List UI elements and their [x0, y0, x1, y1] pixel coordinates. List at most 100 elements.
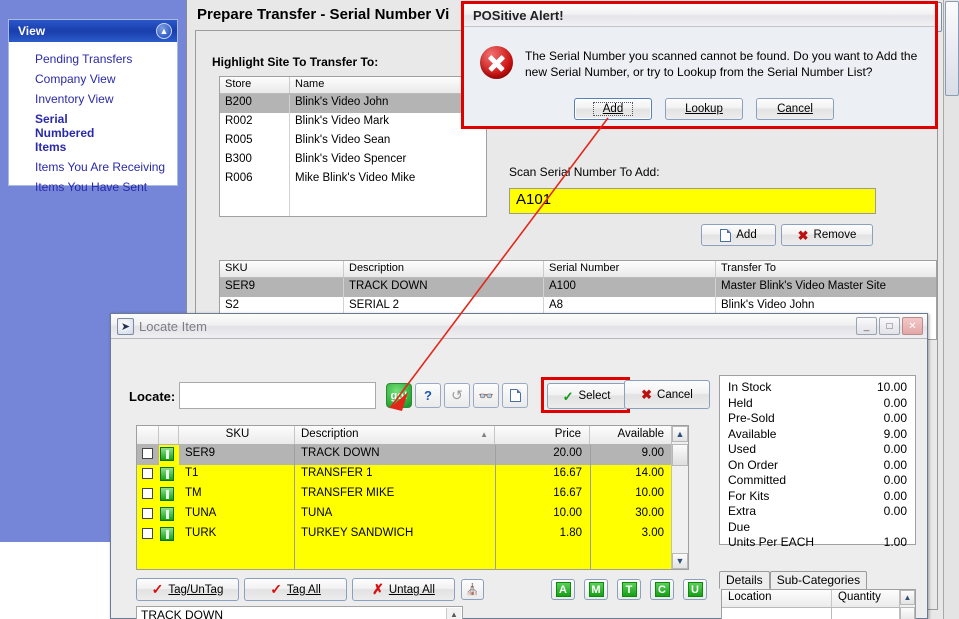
- cell-description: TRANSFER 1: [301, 467, 373, 479]
- sidebar-item-pending-transfers[interactable]: Pending Transfers: [9, 49, 177, 69]
- alert-cancel-button[interactable]: Cancel: [756, 98, 834, 120]
- red-check-a-icon: ✓: [270, 581, 282, 597]
- cell-available: 30.00: [635, 507, 664, 519]
- tab-details[interactable]: Details: [719, 571, 770, 589]
- scrollbar-thumb[interactable]: [945, 1, 959, 96]
- item-table-header: SKU Description ▲ Price Available: [137, 426, 688, 445]
- locate-titlebar[interactable]: ➤ Locate Item _ □ ✕: [111, 314, 927, 339]
- sku-col-serial[interactable]: Serial Number: [544, 261, 716, 277]
- item-col-description[interactable]: Description ▲: [295, 426, 495, 444]
- item-col-available[interactable]: Available: [590, 426, 672, 444]
- scrollbar-thumb[interactable]: [672, 444, 688, 466]
- item-col-sku[interactable]: SKU: [179, 426, 295, 444]
- stock-value: 9.00: [883, 426, 907, 441]
- refresh-icon[interactable]: ↺: [444, 383, 470, 408]
- table-row[interactable]: TUNA TUNA 10.00 30.00: [137, 505, 688, 525]
- location-col-quantity[interactable]: Quantity: [832, 590, 900, 607]
- add-serial-label: Add: [736, 229, 757, 241]
- add-serial-button[interactable]: Add: [701, 224, 776, 246]
- letter-button-c[interactable]: C: [650, 579, 674, 600]
- scan-serial-input[interactable]: A101: [509, 188, 876, 214]
- table-row[interactable]: B300 Blink's Video Spencer: [220, 151, 486, 170]
- table-row[interactable]: SER9 TRACK DOWN A100 Master Blink's Vide…: [220, 278, 936, 297]
- letter-button-t[interactable]: T: [617, 579, 641, 600]
- table-row[interactable]: TM TRANSFER MIKE 16.67 10.00: [137, 485, 688, 505]
- item-table-scrollbar[interactable]: ▲ ▼: [671, 426, 688, 569]
- table-row[interactable]: SER9 TRACK DOWN 20.00 9.00: [137, 445, 688, 465]
- letter-button-m[interactable]: M: [584, 579, 608, 600]
- sidebar-item-inventory-view[interactable]: Inventory View: [9, 89, 177, 109]
- tag-untag-button[interactable]: ✓ Tag/UnTag: [136, 578, 239, 601]
- cell-name: Blink's Video Sean: [295, 134, 391, 146]
- sidebar-items: Pending Transfers Company View Inventory…: [9, 42, 177, 194]
- locate-body: Locate: go! ? ↺ 👓 ✓ Select ✖ Cancel SKU …: [111, 339, 927, 619]
- alert-add-button[interactable]: Add: [574, 98, 652, 120]
- table-row[interactable]: R005 Blink's Video Sean: [220, 132, 486, 151]
- remove-serial-button[interactable]: ✖ Remove: [781, 224, 873, 246]
- sidebar-item-items-you-are-receiving[interactable]: Items You Are Receiving: [9, 157, 177, 177]
- cell-price: 20.00: [553, 447, 582, 459]
- scroll-up-icon[interactable]: ▲: [672, 426, 688, 442]
- row-checkbox[interactable]: [142, 468, 153, 479]
- scrollbar-thumb[interactable]: [900, 607, 915, 619]
- row-checkbox[interactable]: [142, 488, 153, 499]
- table-row[interactable]: T1 TRANSFER 1 16.67 14.00: [137, 465, 688, 485]
- status-bar-icon: [160, 527, 174, 541]
- item-description-box[interactable]: TRACK DOWN Department: Games Category: S…: [136, 606, 463, 619]
- select-button[interactable]: ✓ Select: [547, 383, 626, 409]
- store-col-name[interactable]: Name: [290, 77, 486, 93]
- row-checkbox[interactable]: [142, 448, 153, 459]
- location-table[interactable]: Location Quantity ▲: [721, 589, 916, 619]
- table-row[interactable]: R006 Mike Blink's Video Mike: [220, 170, 486, 189]
- locate-item-table[interactable]: SKU Description ▲ Price Available SER9 T…: [136, 425, 689, 570]
- item-col-price[interactable]: Price: [495, 426, 590, 444]
- desc-line-1: TRACK DOWN: [141, 608, 223, 619]
- sku-col-sku[interactable]: SKU: [220, 261, 344, 277]
- close-icon[interactable]: ✕: [902, 317, 923, 335]
- description-scrollbar[interactable]: ▲: [446, 608, 461, 619]
- table-row[interactable]: R002 Blink's Video Mark: [220, 113, 486, 132]
- row-checkbox[interactable]: [142, 508, 153, 519]
- stock-value: 0.00: [883, 395, 907, 410]
- location-col-location[interactable]: Location: [722, 590, 832, 607]
- window-vertical-scrollbar[interactable]: [943, 0, 959, 619]
- sidebar-item-items-you-have-sent[interactable]: Items You Have Sent: [9, 177, 177, 197]
- tag-all-button[interactable]: ✓ Tag All: [244, 578, 347, 601]
- go-button[interactable]: go!: [386, 383, 412, 408]
- red-x-icon: ✖: [797, 227, 809, 243]
- maximize-icon[interactable]: □: [879, 317, 900, 335]
- cell-available: 9.00: [641, 447, 664, 459]
- sidebar-item-company-view[interactable]: Company View: [9, 69, 177, 89]
- tab-sub-categories[interactable]: Sub-Categories: [769, 571, 868, 589]
- letter-button-a[interactable]: A: [551, 579, 575, 600]
- store-col-store[interactable]: Store: [220, 77, 290, 93]
- document-search-icon[interactable]: [502, 383, 528, 408]
- scroll-up-icon[interactable]: ▲: [447, 608, 461, 619]
- sku-col-transfer-to[interactable]: Transfer To: [716, 261, 934, 277]
- mushroom-icon[interactable]: ⛪: [461, 579, 484, 600]
- store-table-header: Store Name: [220, 77, 486, 94]
- scroll-down-icon[interactable]: ▼: [672, 553, 688, 569]
- table-row[interactable]: TURK TURKEY SANDWICH 1.80 3.00: [137, 525, 688, 545]
- store-table[interactable]: Store Name B200 Blink's Video John R002 …: [219, 76, 487, 217]
- binoculars-icon[interactable]: 👓: [473, 383, 499, 408]
- sidebar-item-serial-numbered-items[interactable]: Serial Numbered Items: [9, 109, 117, 157]
- alert-lookup-button[interactable]: Lookup: [665, 98, 743, 120]
- table-row[interactable]: B200 Blink's Video John: [220, 94, 486, 113]
- minimize-icon[interactable]: _: [856, 317, 877, 335]
- green-check-icon: ✓: [562, 388, 574, 404]
- sku-col-description[interactable]: Description: [344, 261, 544, 277]
- scroll-up-icon[interactable]: ▲: [900, 590, 915, 605]
- locate-cancel-button[interactable]: ✖ Cancel: [624, 380, 710, 409]
- location-table-scrollbar[interactable]: ▲: [899, 590, 915, 619]
- letter-button-u[interactable]: U: [683, 579, 707, 600]
- help-icon[interactable]: ?: [415, 383, 441, 408]
- stock-label: Committed: [728, 473, 787, 487]
- cell-price: 1.80: [559, 527, 582, 539]
- chevron-up-icon[interactable]: ▲: [156, 23, 172, 39]
- details-tabs: Details Sub-Categories: [719, 571, 916, 589]
- cell-name: Mike Blink's Video Mike: [295, 172, 416, 184]
- locate-input[interactable]: [179, 382, 376, 409]
- untag-all-button[interactable]: ✗ Untag All: [352, 578, 455, 601]
- row-checkbox[interactable]: [142, 528, 153, 539]
